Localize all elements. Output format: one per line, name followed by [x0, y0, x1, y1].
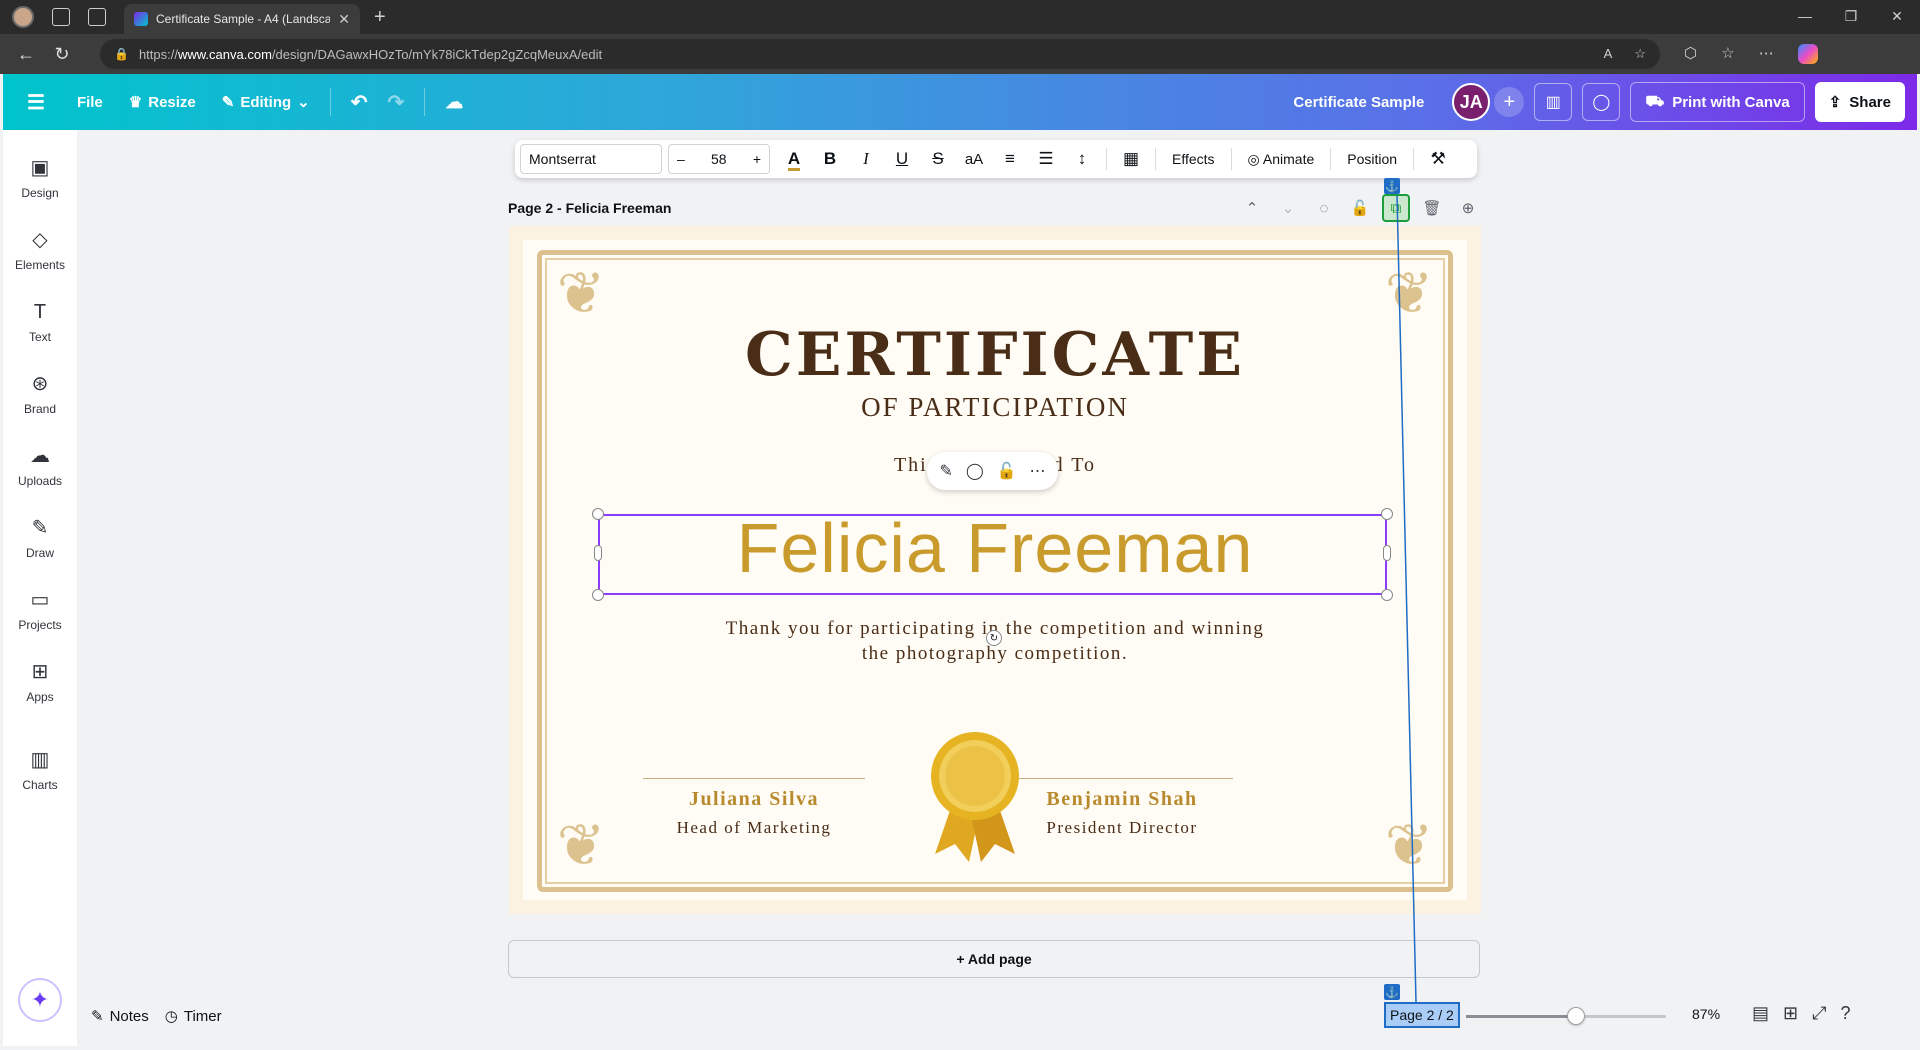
- anchor-icon: ⚓: [1384, 984, 1400, 1000]
- anchor-line: [1396, 195, 1417, 1003]
- annotation-overlay: [1396, 195, 1417, 1003]
- anchor-icon: ⚓: [1384, 178, 1400, 194]
